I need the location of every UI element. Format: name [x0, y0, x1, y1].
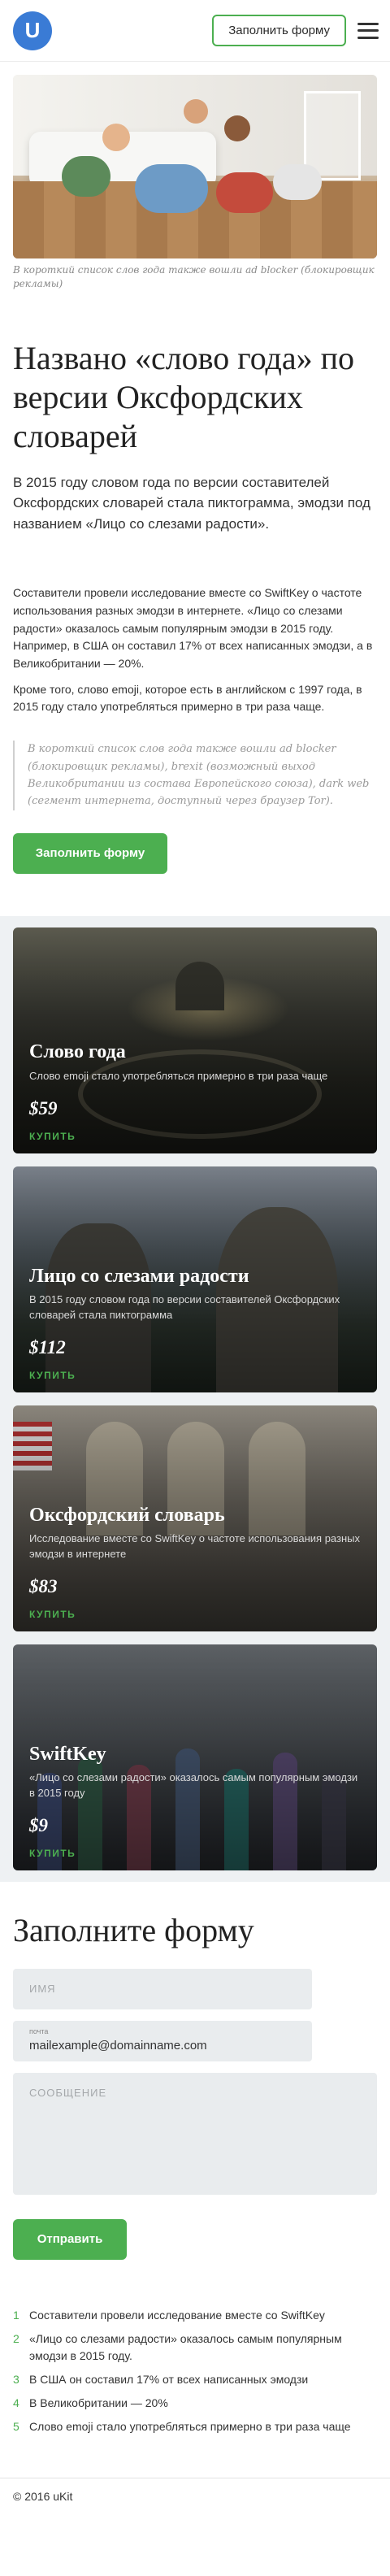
buy-link[interactable]: КУПИТЬ — [29, 1370, 361, 1381]
submit-button[interactable]: Отправить — [13, 2218, 127, 2260]
logo-letter: U — [24, 18, 41, 42]
header-fill-form-button[interactable]: Заполнить форму — [212, 15, 346, 46]
article-quote: В короткий список слов года также вошли … — [13, 741, 377, 810]
list-number: 3 — [13, 2372, 20, 2386]
message-field[interactable]: СООБЩЕНИЕ — [13, 2072, 377, 2195]
contact-form: Заполните форму ИМЯ почта mailexample@do… — [0, 1911, 390, 2260]
copyright: © 2016 uKit — [13, 2489, 73, 2503]
list-item: 3 В США он составил 17% от всех написанны… — [13, 2371, 377, 2388]
product-card[interactable]: SwiftKey «Лицо со слезами радости» оказа… — [13, 1644, 377, 1870]
product-title: Слово года — [29, 1040, 126, 1062]
product-title: SwiftKey — [29, 1743, 106, 1765]
list-item: 4 В Великобритании — 20% — [13, 2395, 377, 2412]
product-description: В 2015 году словом года по версии состав… — [29, 1293, 340, 1321]
header-actions: Заполнить форму — [212, 15, 379, 46]
list-item: 5 Слово emoji стало употребляться примерн… — [13, 2418, 377, 2435]
list-text: Составители провели исследование вместе … — [29, 2308, 325, 2322]
product-description: Исследование вместе со SwiftKey о частот… — [29, 1532, 360, 1560]
site-header: U Заполнить форму — [0, 0, 390, 62]
buy-link[interactable]: КУПИТЬ — [29, 1848, 361, 1859]
list-text: В Великобритании — 20% — [29, 2396, 168, 2409]
product-card[interactable]: Оксфордский словарь Исследование вместе … — [13, 1405, 377, 1631]
list-item: 1 Составители провели исследование вместе… — [13, 2307, 377, 2324]
product-description: Слово emoji стало употребляться примерно… — [29, 1069, 328, 1082]
hamburger-menu-icon[interactable] — [358, 22, 379, 39]
product-price: $59 — [29, 1097, 58, 1119]
list-item: 2 «Лицо со слезами радости» оказалось сам… — [13, 2331, 377, 2365]
list-text: Слово emoji стало употребляться примерно… — [29, 2419, 351, 2433]
article-paragraph-2: Кроме того, слово emoji, которое есть в … — [13, 682, 362, 714]
email-label: почта — [29, 2026, 49, 2035]
product-title: Лицо со слезами радости — [29, 1265, 249, 1287]
products-section: Слово года Слово emoji стало употреблять… — [0, 915, 390, 1882]
article-lead: В 2015 году словом года по версии состав… — [13, 474, 370, 532]
list-number: 2 — [13, 2331, 20, 2345]
article-paragraph-1: Составители провели исследование вместе … — [13, 586, 373, 671]
article-fill-form-button[interactable]: Заполнить форму — [13, 832, 167, 874]
form-title: Заполните форму — [13, 1911, 254, 1948]
name-placeholder: ИМЯ — [29, 1982, 56, 1995]
product-price: $9 — [29, 1814, 48, 1835]
list-text: В США он составил 17% от всех написанных… — [29, 2372, 309, 2386]
product-card[interactable]: Слово года Слово emoji стало употреблять… — [13, 927, 377, 1153]
email-field[interactable]: почта mailexample@domainname.com — [13, 2020, 312, 2061]
product-title: Оксфордский словарь — [29, 1504, 225, 1526]
page: U Заполнить форму В короткий список слов… — [0, 0, 390, 2529]
product-description: «Лицо со слезами радости» оказалось самы… — [29, 1771, 358, 1799]
hero-image-people-on-floor — [13, 75, 377, 258]
product-price: $112 — [29, 1336, 66, 1358]
logo[interactable]: U — [13, 11, 52, 50]
product-price: $83 — [29, 1575, 58, 1596]
buy-link[interactable]: КУПИТЬ — [29, 1131, 361, 1142]
site-footer: © 2016 uKit — [0, 2477, 390, 2529]
image-caption: В короткий список слов года также вошли … — [13, 264, 375, 290]
email-value: mailexample@domainname.com — [29, 2038, 207, 2053]
facts-list: 1 Составители провели исследование вместе… — [0, 2307, 390, 2435]
article-title: Названо «слово года» по версии Оксфордск… — [13, 339, 355, 454]
product-card[interactable]: Лицо со слезами радости В 2015 году слов… — [13, 1166, 377, 1392]
name-field[interactable]: ИМЯ — [13, 1968, 312, 2009]
list-number: 1 — [13, 2308, 20, 2322]
message-placeholder: СООБЩЕНИЕ — [29, 2086, 107, 2099]
list-number: 4 — [13, 2396, 20, 2409]
article: В короткий список слов года также вошли … — [0, 62, 390, 874]
list-number: 5 — [13, 2419, 20, 2433]
list-text: «Лицо со слезами радости» оказалось самы… — [29, 2331, 342, 2362]
buy-link[interactable]: КУПИТЬ — [29, 1609, 361, 1620]
